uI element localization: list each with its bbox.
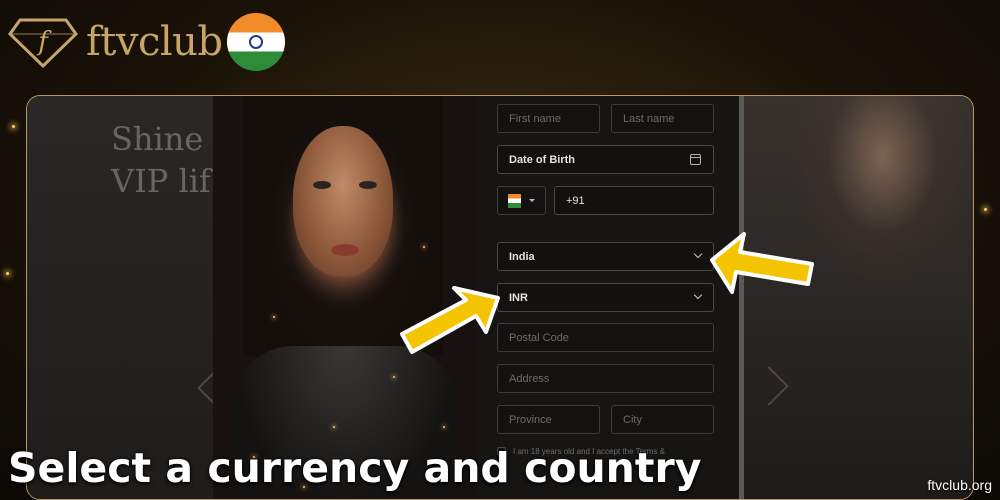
diamond-logo-icon: f xyxy=(8,18,78,68)
first-name-field[interactable]: First name xyxy=(497,104,600,133)
dob-label: Date of Birth xyxy=(509,153,575,166)
logo-letter: f xyxy=(36,27,52,57)
province-field[interactable]: Province xyxy=(497,405,600,434)
currency-value: INR xyxy=(509,291,528,304)
phone-field[interactable]: +91 xyxy=(554,186,714,215)
last-name-placeholder: Last name xyxy=(623,112,675,125)
india-flag-icon xyxy=(226,13,285,71)
arrow-to-country-icon xyxy=(710,232,814,294)
caret-down-icon xyxy=(529,199,535,202)
caption-title: Select a currency and country xyxy=(8,444,702,492)
last-name-field[interactable]: Last name xyxy=(611,104,714,133)
calendar-icon xyxy=(690,154,701,165)
phone-country-select[interactable] xyxy=(497,186,546,215)
country-select[interactable]: India xyxy=(497,242,714,271)
postal-code-field[interactable]: Postal Code xyxy=(497,323,714,352)
brand-name: ftvclub xyxy=(86,19,223,65)
watermark: ftvclub.org xyxy=(927,477,992,493)
address-placeholder: Address xyxy=(509,372,550,385)
address-field[interactable]: Address xyxy=(497,364,714,393)
brand-logo[interactable]: f ftvclub xyxy=(8,10,285,74)
sparkle-decoration xyxy=(6,272,9,275)
first-name-placeholder: First name xyxy=(509,112,561,125)
country-value: India xyxy=(509,250,535,263)
india-flag-icon xyxy=(508,193,521,208)
date-of-birth-field[interactable]: Date of Birth xyxy=(497,145,714,174)
province-placeholder: Province xyxy=(509,413,552,426)
arrow-to-currency-icon xyxy=(400,286,500,354)
sparkle-decoration xyxy=(984,208,987,211)
postal-code-placeholder: Postal Code xyxy=(509,331,569,344)
city-field[interactable]: City xyxy=(611,405,714,434)
sparkle-decoration xyxy=(12,125,15,128)
currency-select[interactable]: INR xyxy=(497,283,714,312)
phone-code: +91 xyxy=(566,194,585,207)
city-placeholder: City xyxy=(623,413,642,426)
